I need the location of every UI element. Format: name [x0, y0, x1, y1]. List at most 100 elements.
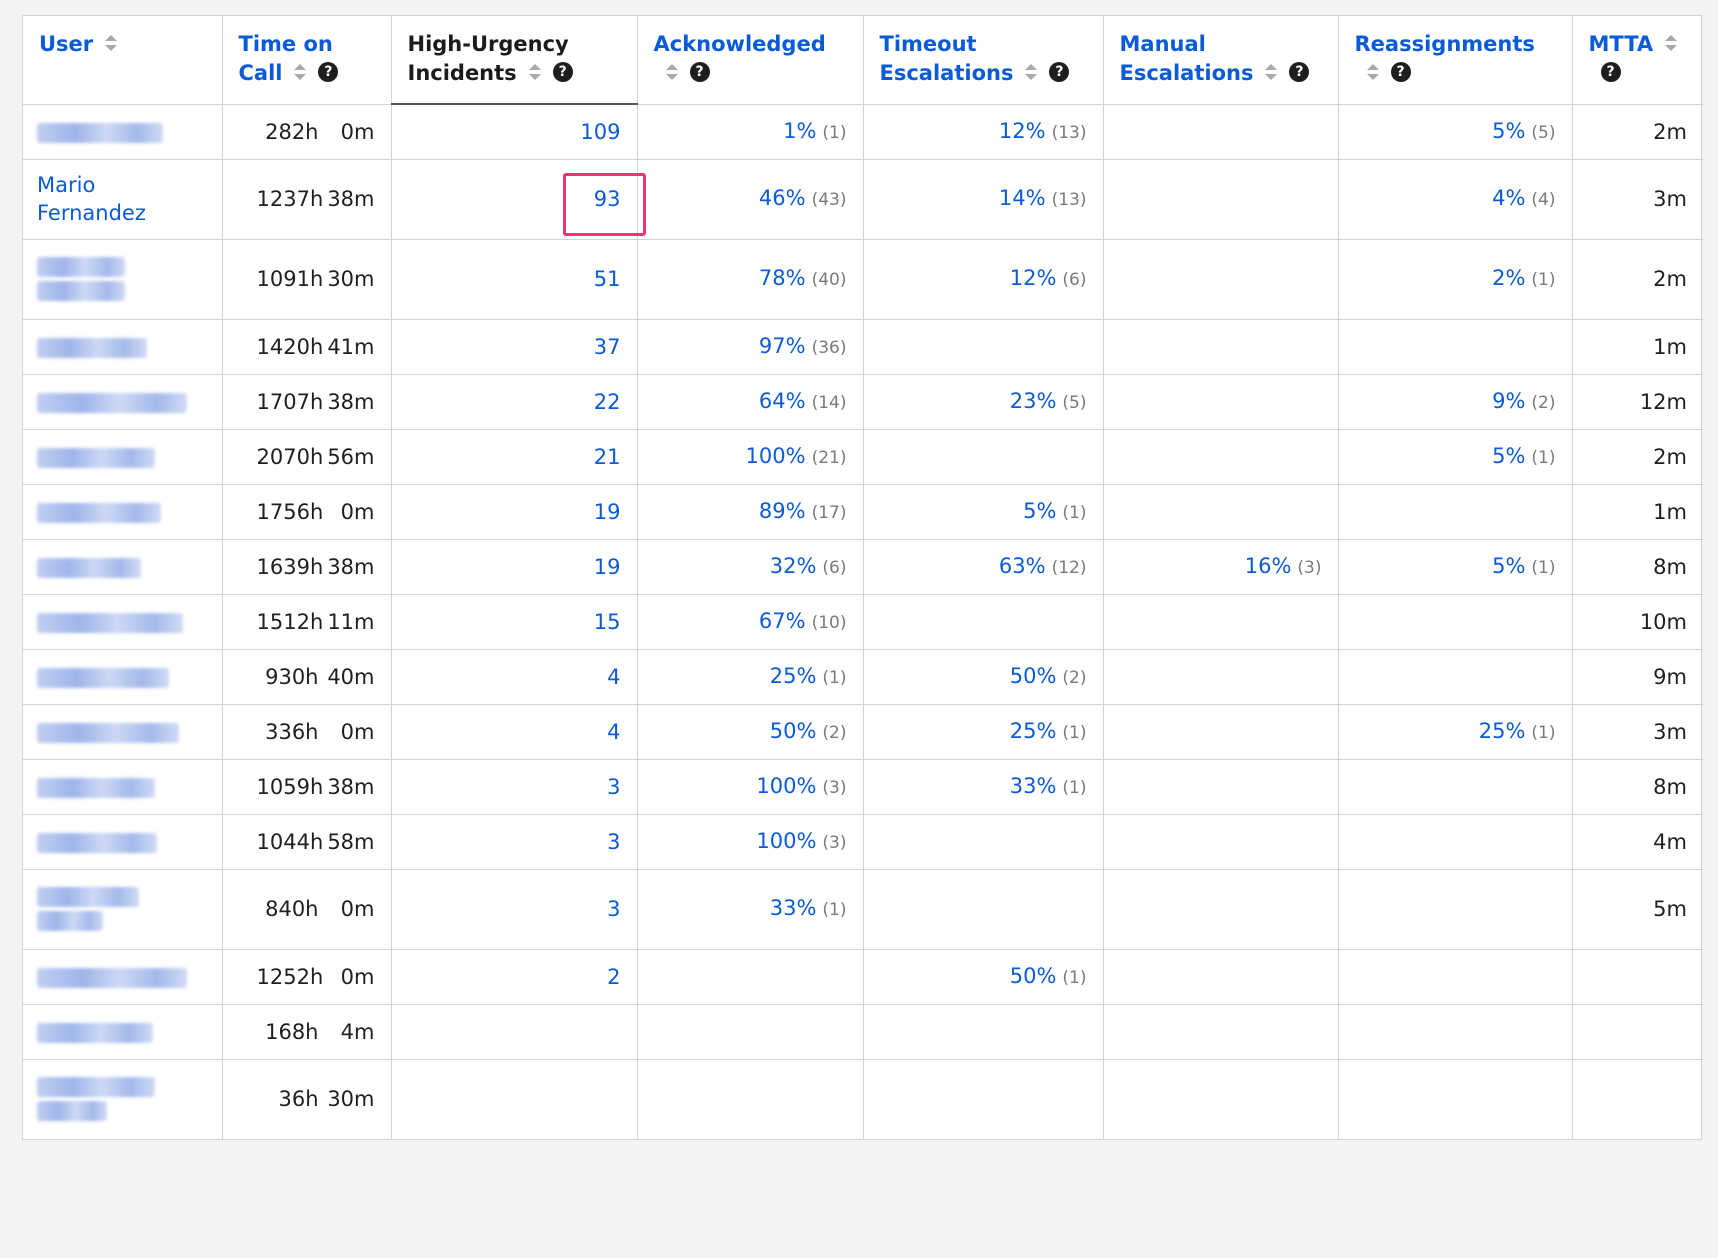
help-icon[interactable]: ? — [1600, 62, 1621, 82]
timeout-percent-link[interactable]: 50% — [1010, 964, 1057, 988]
user-cell[interactable] — [23, 594, 223, 650]
incidents-count-link[interactable]: 3 — [607, 775, 620, 799]
ack-percent-link[interactable]: 32% — [770, 554, 817, 578]
redacted-user-name[interactable] — [37, 257, 125, 277]
column-header-label[interactable]: Acknowledged — [654, 32, 826, 56]
column-header-label[interactable]: Reassignments — [1355, 32, 1535, 56]
redacted-user-name[interactable] — [37, 612, 183, 633]
help-icon[interactable]: ? — [1289, 62, 1310, 82]
incidents-count-link[interactable]: 4 — [607, 720, 620, 744]
incidents-count-link[interactable]: 22 — [594, 390, 621, 414]
redacted-user-name[interactable] — [37, 337, 147, 358]
reassign-percent-link[interactable]: 5% — [1492, 554, 1525, 578]
timeout-percent-link[interactable]: 14% — [999, 186, 1046, 210]
user-cell[interactable] — [23, 869, 223, 950]
user-cell[interactable] — [23, 319, 223, 375]
redacted-user-name[interactable] — [37, 281, 125, 301]
incidents-count-link[interactable]: 37 — [594, 335, 621, 359]
sort-icon[interactable] — [105, 34, 118, 52]
user-cell[interactable] — [23, 539, 223, 595]
incidents-count-link[interactable]: 3 — [607, 897, 620, 921]
user-name-link[interactable]: Mario Fernandez — [37, 173, 146, 225]
user-cell[interactable] — [23, 484, 223, 540]
help-icon[interactable]: ? — [1049, 62, 1070, 82]
help-icon[interactable]: ? — [552, 62, 573, 82]
sort-icon[interactable] — [1665, 34, 1678, 52]
redacted-user-name[interactable] — [37, 911, 103, 931]
ack-percent-link[interactable]: 33% — [770, 896, 817, 920]
redacted-user-name[interactable] — [37, 832, 157, 853]
manual-percent-link[interactable]: 16% — [1245, 554, 1292, 578]
incidents-count-link[interactable]: 19 — [594, 555, 621, 579]
sort-icon[interactable] — [665, 63, 678, 81]
redacted-user-name[interactable] — [37, 557, 141, 578]
incidents-count-link[interactable]: 21 — [594, 445, 621, 469]
incidents-count-link[interactable]: 51 — [594, 267, 621, 291]
incidents-count-link[interactable]: 19 — [594, 500, 621, 524]
timeout-percent-link[interactable]: 33% — [1010, 774, 1057, 798]
ack-percent-link[interactable]: 67% — [759, 609, 806, 633]
incidents-count-link[interactable]: 2 — [607, 965, 620, 989]
ack-percent-link[interactable]: 97% — [759, 334, 806, 358]
redacted-user-name[interactable] — [37, 887, 139, 907]
column-header-acknowledged[interactable]: Acknowledged? — [637, 16, 864, 105]
user-cell[interactable] — [23, 814, 223, 870]
ack-percent-link[interactable]: 100% — [746, 444, 806, 468]
redacted-user-name[interactable] — [37, 392, 187, 413]
timeout-percent-link[interactable]: 63% — [999, 554, 1046, 578]
ack-percent-link[interactable]: 64% — [759, 389, 806, 413]
user-cell[interactable]: Mario Fernandez — [23, 159, 223, 240]
incidents-count-link[interactable]: 3 — [607, 830, 620, 854]
redacted-user-name[interactable] — [37, 502, 161, 523]
redacted-user-name[interactable] — [37, 1022, 153, 1043]
user-cell[interactable] — [23, 759, 223, 815]
redacted-user-name[interactable] — [37, 967, 187, 988]
sort-icon[interactable] — [1025, 63, 1038, 81]
user-cell[interactable] — [23, 1059, 223, 1139]
user-cell[interactable] — [23, 239, 223, 320]
redacted-user-name[interactable] — [37, 1077, 155, 1098]
reassign-percent-link[interactable]: 25% — [1479, 719, 1526, 743]
help-icon[interactable]: ? — [1390, 62, 1411, 82]
user-cell[interactable] — [23, 704, 223, 760]
user-cell[interactable] — [23, 104, 223, 160]
timeout-percent-link[interactable]: 23% — [1010, 389, 1057, 413]
ack-percent-link[interactable]: 100% — [756, 774, 816, 798]
ack-percent-link[interactable]: 100% — [756, 829, 816, 853]
redacted-user-name[interactable] — [37, 1101, 107, 1122]
redacted-user-name[interactable] — [37, 667, 169, 688]
reassign-percent-link[interactable]: 2% — [1492, 266, 1525, 290]
column-header-manual-escalations[interactable]: Manual Escalations? — [1103, 16, 1339, 105]
ack-percent-link[interactable]: 1% — [783, 119, 816, 143]
column-header-mtta[interactable]: MTTA? — [1572, 16, 1703, 105]
ack-percent-link[interactable]: 78% — [759, 266, 806, 290]
sort-icon[interactable] — [528, 63, 541, 81]
column-header-time-on-call[interactable]: Time on Call? — [222, 16, 392, 105]
timeout-percent-link[interactable]: 12% — [1010, 266, 1057, 290]
ack-percent-link[interactable]: 89% — [759, 499, 806, 523]
sort-icon[interactable] — [1366, 63, 1379, 81]
incidents-count-link[interactable]: 15 — [594, 610, 621, 634]
help-icon[interactable]: ? — [318, 62, 339, 82]
ack-percent-link[interactable]: 25% — [770, 664, 817, 688]
timeout-percent-link[interactable]: 12% — [999, 119, 1046, 143]
timeout-percent-link[interactable]: 25% — [1010, 719, 1057, 743]
reassign-percent-link[interactable]: 5% — [1492, 119, 1525, 143]
help-icon[interactable]: ? — [689, 62, 710, 82]
redacted-user-name[interactable] — [37, 122, 163, 143]
timeout-percent-link[interactable]: 5% — [1023, 499, 1056, 523]
user-cell[interactable] — [23, 949, 223, 1005]
user-cell[interactable] — [23, 429, 223, 485]
ack-percent-link[interactable]: 50% — [770, 719, 817, 743]
column-header-label[interactable]: Timeout Escalations — [880, 32, 1014, 85]
reassign-percent-link[interactable]: 9% — [1492, 389, 1525, 413]
ack-percent-link[interactable]: 46% — [759, 186, 806, 210]
user-cell[interactable] — [23, 374, 223, 430]
column-header-reassignments[interactable]: Reassignments? — [1338, 16, 1573, 105]
reassign-percent-link[interactable]: 4% — [1492, 186, 1525, 210]
user-cell[interactable] — [23, 649, 223, 705]
incidents-count-link[interactable]: 93 — [594, 187, 621, 211]
timeout-percent-link[interactable]: 50% — [1010, 664, 1057, 688]
column-header-label[interactable]: Manual Escalations — [1120, 32, 1254, 85]
column-header-timeout-escalations[interactable]: Timeout Escalations? — [863, 16, 1104, 105]
